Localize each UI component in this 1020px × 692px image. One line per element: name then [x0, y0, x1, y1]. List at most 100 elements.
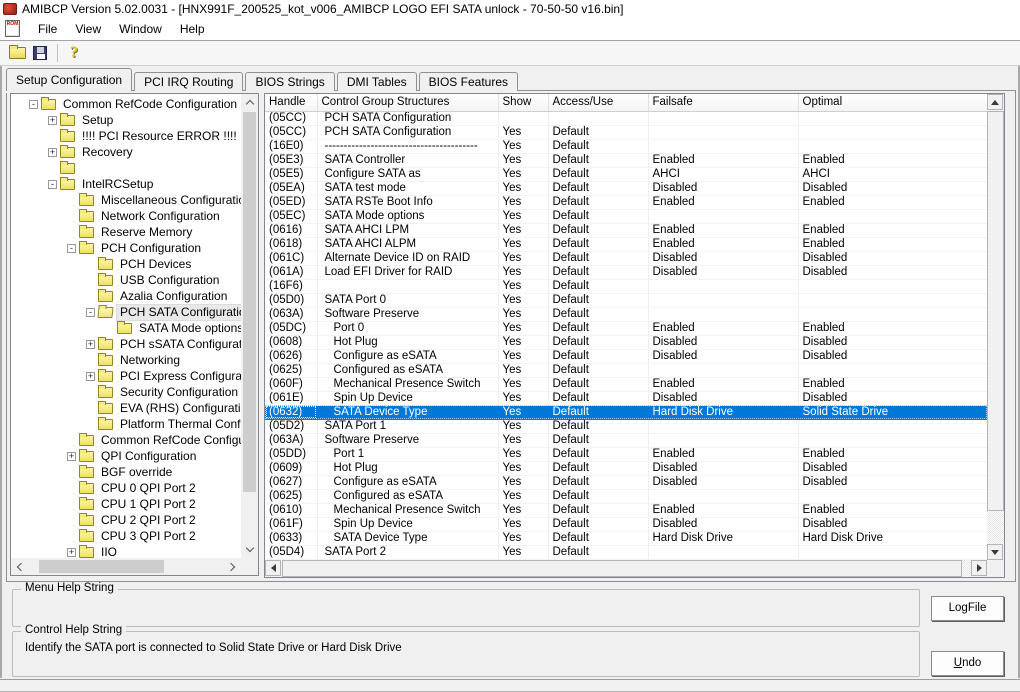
scroll-down-icon[interactable] — [241, 541, 258, 558]
table-row[interactable]: (05CC) PCH SATA Configuration — [265, 111, 987, 126]
expand-toggle-icon[interactable]: - — [29, 99, 38, 109]
tree-item[interactable]: Security Configuration — [11, 384, 241, 400]
table-row[interactable]: (05D4) SATA Port 2 Yes Default — [265, 545, 987, 560]
tree-item[interactable]: + PCI Express Configuration — [11, 368, 241, 384]
tree-vscroll-thumb[interactable] — [243, 112, 256, 492]
menu-window[interactable]: Window — [110, 20, 171, 38]
tree-item[interactable]: Platform Thermal Configuration — [11, 416, 241, 432]
tree-item[interactable]: + IIO — [11, 544, 241, 558]
table-row[interactable]: (0618) SATA AHCI ALPM Yes Default Enable… — [265, 237, 987, 252]
table-row[interactable]: (0627) Configure as eSATA Yes Default Di… — [265, 475, 987, 490]
tab-pci-irq-routing[interactable]: PCI IRQ Routing — [134, 72, 244, 91]
tree-item[interactable]: EVA (RHS) Configuration — [11, 400, 241, 416]
table-row[interactable]: (060F) Mechanical Presence Switch Yes De… — [265, 377, 987, 392]
scroll-right-icon[interactable] — [224, 558, 241, 575]
tree-item[interactable]: - IntelRCSetup — [11, 176, 241, 192]
table-row[interactable]: (05CC) PCH SATA Configuration Yes Defaul… — [265, 125, 987, 140]
table-row[interactable]: (05ED) SATA RSTe Boot Info Yes Default E… — [265, 195, 987, 210]
table-horizontal-scrollbar[interactable] — [265, 560, 987, 577]
table-row[interactable]: (063A) Software Preserve Yes Default — [265, 433, 987, 448]
table-row[interactable]: (05E5) Configure SATA as Yes Default AHC… — [265, 167, 987, 182]
expand-toggle-icon[interactable]: + — [86, 371, 95, 381]
tree-item[interactable]: + PCH sSATA Configuration — [11, 336, 241, 352]
table-row[interactable]: (0632) SATA Device Type Yes Default Hard… — [265, 405, 987, 420]
menu-help[interactable]: Help — [171, 20, 214, 38]
expand-toggle-icon[interactable]: + — [67, 547, 76, 557]
col-handle[interactable]: Handle — [265, 94, 318, 112]
tree-item[interactable]: Networking — [11, 352, 241, 368]
table-row[interactable]: (05DC) Port 0 Yes Default Enabled Enable… — [265, 321, 987, 336]
tree-hscroll-thumb[interactable] — [39, 560, 164, 573]
expand-toggle-icon[interactable]: + — [67, 451, 76, 461]
tree-item[interactable]: CPU 2 QPI Port 2 — [11, 512, 241, 528]
tree-item[interactable]: - PCH Configuration — [11, 240, 241, 256]
tree-item[interactable]: - PCH SATA Configuration — [11, 303, 241, 321]
expand-toggle-icon[interactable]: - — [67, 243, 76, 253]
help-button[interactable]: ? — [63, 43, 85, 63]
col-failsafe[interactable]: Failsafe — [648, 94, 799, 112]
menu-file[interactable]: File — [29, 20, 66, 38]
tab-setup-configuration[interactable]: Setup Configuration — [6, 68, 133, 91]
col-access-use[interactable]: Access/Use — [548, 94, 649, 112]
save-file-button[interactable] — [29, 43, 51, 63]
col-optimal[interactable]: Optimal — [798, 94, 987, 112]
tree-item[interactable]: + Recovery — [11, 144, 241, 160]
expand-toggle-icon[interactable]: + — [48, 115, 57, 125]
tree-item[interactable] — [11, 160, 241, 176]
expand-toggle-icon[interactable]: + — [48, 147, 57, 157]
table-row[interactable]: (05D2) SATA Port 1 Yes Default — [265, 419, 987, 434]
open-file-button[interactable] — [6, 43, 28, 63]
table-row[interactable]: (05EA) SATA test mode Yes Default Disabl… — [265, 181, 987, 196]
tree-item[interactable]: - Common RefCode Configuration — [11, 96, 241, 112]
table-row[interactable]: (16F6) Yes Default — [265, 279, 987, 294]
table-row[interactable]: (05D0) SATA Port 0 Yes Default — [265, 293, 987, 308]
col-control-group[interactable]: Control Group Structures — [317, 94, 499, 112]
table-row[interactable]: (061A) Load EFI Driver for RAID Yes Defa… — [265, 265, 987, 280]
scroll-left-icon[interactable] — [265, 560, 281, 576]
tree-item[interactable]: Network Configuration — [11, 208, 241, 224]
tree-item[interactable]: + Setup — [11, 112, 241, 128]
menu-view[interactable]: View — [66, 20, 110, 38]
table-row[interactable]: (0633) SATA Device Type Yes Default Hard… — [265, 531, 987, 546]
table-row[interactable]: (061F) Spin Up Device Yes Default Disabl… — [265, 517, 987, 532]
expand-toggle-icon[interactable]: + — [86, 339, 95, 349]
tab-bios-features[interactable]: BIOS Features — [418, 72, 518, 91]
tree-vertical-scrollbar[interactable] — [241, 94, 258, 558]
scroll-up-icon[interactable] — [987, 94, 1003, 110]
table-row[interactable]: (0626) Configure as eSATA Yes Default Di… — [265, 349, 987, 364]
expand-toggle-icon[interactable]: - — [48, 179, 57, 189]
table-row[interactable]: (0616) SATA AHCI LPM Yes Default Enabled… — [265, 223, 987, 238]
tree-item[interactable]: + QPI Configuration — [11, 448, 241, 464]
table-row[interactable]: (05DD) Port 1 Yes Default Enabled Enable… — [265, 447, 987, 462]
tree-item[interactable]: Reserve Memory — [11, 224, 241, 240]
scroll-right-icon[interactable] — [971, 560, 987, 576]
tree-item[interactable]: SATA Mode options — [11, 320, 241, 336]
expand-toggle-icon[interactable]: - — [86, 307, 95, 317]
scroll-left-icon[interactable] — [11, 558, 28, 575]
tree-item[interactable]: Miscellaneous Configuration — [11, 192, 241, 208]
tree-item[interactable]: !!!! PCI Resource ERROR !!!! — [11, 128, 241, 144]
logfile-button[interactable]: LogFile — [931, 596, 1004, 621]
tree-horizontal-scrollbar[interactable] — [11, 558, 241, 575]
scroll-up-icon[interactable] — [241, 94, 258, 111]
table-row[interactable]: (0625) Configured as eSATA Yes Default — [265, 363, 987, 378]
tree-item[interactable]: CPU 1 QPI Port 2 — [11, 496, 241, 512]
table-row[interactable]: (0608) Hot Plug Yes Default Disabled Dis… — [265, 335, 987, 350]
table-row[interactable]: (16E0) ---------------------------------… — [265, 139, 987, 154]
table-row[interactable]: (061E) Spin Up Device Yes Default Disabl… — [265, 391, 987, 406]
tab-dmi-tables[interactable]: DMI Tables — [336, 72, 417, 91]
table-row[interactable]: (0625) Configured as eSATA Yes Default — [265, 489, 987, 504]
table-row[interactable]: (063A) Software Preserve Yes Default — [265, 307, 987, 322]
tree-item[interactable]: Azalia Configuration — [11, 288, 241, 304]
undo-button[interactable]: Undo — [931, 651, 1004, 676]
tree-item[interactable]: USB Configuration — [11, 272, 241, 288]
tree-item[interactable]: BGF override — [11, 464, 241, 480]
table-row[interactable]: (061C) Alternate Device ID on RAID Yes D… — [265, 251, 987, 266]
table-vertical-scrollbar[interactable] — [987, 94, 1004, 560]
table-hscroll-thumb[interactable] — [282, 560, 962, 577]
table-row[interactable]: (0609) Hot Plug Yes Default Disabled Dis… — [265, 461, 987, 476]
tree-item[interactable]: PCH Devices — [11, 256, 241, 272]
table-vscroll-thumb[interactable] — [987, 111, 1004, 511]
table-row[interactable]: (05EC) SATA Mode options Yes Default — [265, 209, 987, 224]
tree-item[interactable]: CPU 0 QPI Port 2 — [11, 480, 241, 496]
